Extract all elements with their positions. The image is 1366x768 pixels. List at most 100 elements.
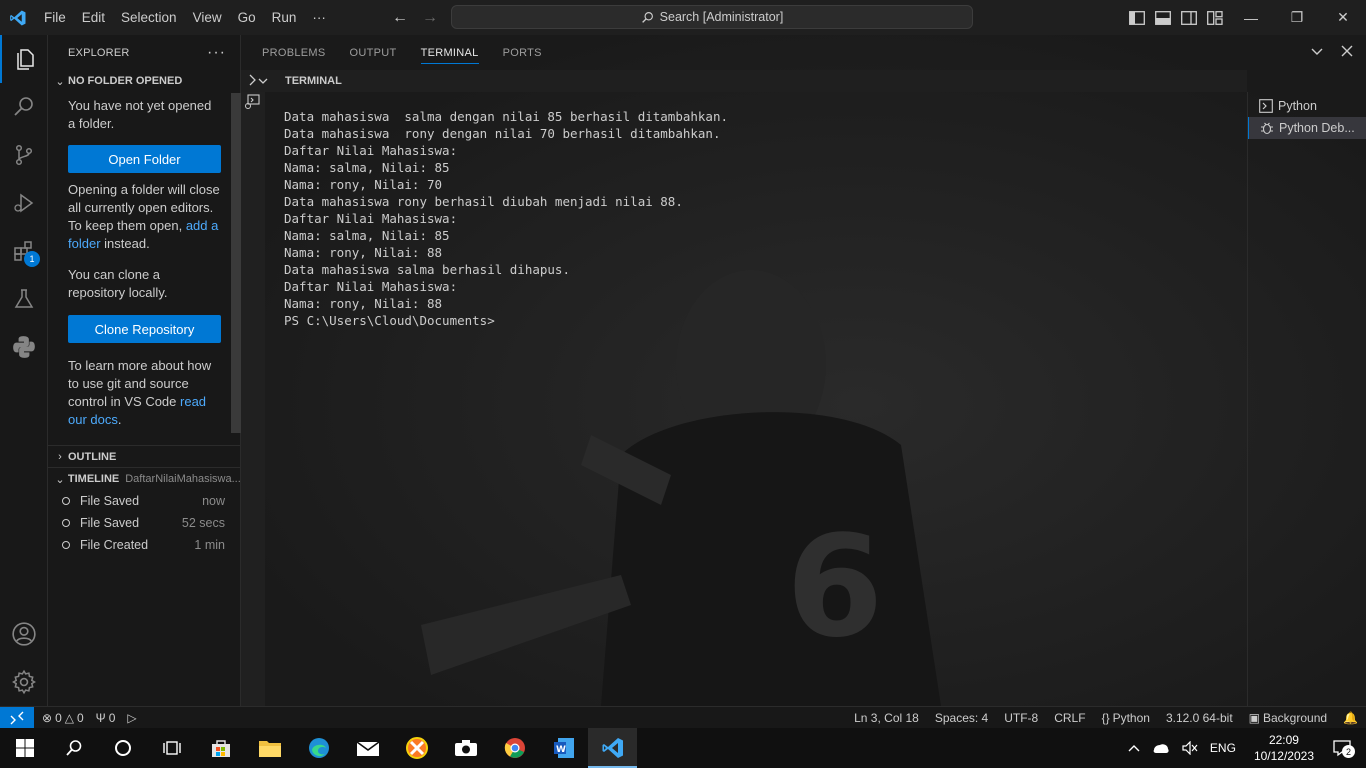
clone-note: You can clone a repository locally. <box>68 267 168 300</box>
timeline-item[interactable]: File Created 1 min <box>48 534 240 556</box>
show-hidden-icons-chevron-icon[interactable] <box>1122 744 1146 752</box>
volume-muted-icon[interactable] <box>1176 741 1204 755</box>
settings-gear-icon[interactable] <box>0 658 48 706</box>
encoding[interactable]: UTF-8 <box>996 711 1046 725</box>
more-actions-icon[interactable]: ··· <box>207 44 226 62</box>
camera-icon[interactable] <box>441 728 490 768</box>
search-icon[interactable] <box>0 83 48 131</box>
testing-icon[interactable] <box>0 275 48 323</box>
timeline-item-label: File Saved <box>80 516 140 530</box>
source-control-icon[interactable] <box>0 131 48 179</box>
explorer-icon[interactable] <box>0 35 48 83</box>
timeline-section-header[interactable]: ⌄ TIMELINE DaftarNilaiMahasiswa... <box>48 468 240 490</box>
timeline-item-label: File Created <box>80 538 149 552</box>
terminal-icon <box>1259 99 1273 113</box>
warning-icon: △ <box>64 710 74 725</box>
error-count: 0 <box>55 710 62 725</box>
title-bar: File Edit Selection View Go Run ··· ← → … <box>0 0 1366 35</box>
accounts-icon[interactable] <box>0 610 48 658</box>
mail-icon[interactable] <box>343 728 392 768</box>
customize-layout-icon[interactable] <box>1206 10 1224 26</box>
timeline-item[interactable]: File Saved now <box>48 490 240 512</box>
microsoft-store-icon[interactable] <box>196 728 245 768</box>
terminal-output[interactable]: Data mahasiswa salma dengan nilai 85 ber… <box>284 108 728 329</box>
warning-count: 0 <box>76 710 84 725</box>
clone-repository-button[interactable]: Clone Repository <box>68 315 221 343</box>
input-language[interactable]: ENG <box>1204 741 1242 755</box>
sidebar-scrollbar[interactable] <box>231 93 241 433</box>
toggle-sidebar-icon[interactable] <box>1128 10 1146 26</box>
python-icon[interactable] <box>0 323 48 371</box>
back-arrow-icon[interactable]: ← <box>392 9 408 27</box>
notifications-bell-icon[interactable]: 🔔 <box>1335 711 1366 725</box>
outline-section-header[interactable]: › OUTLINE <box>48 446 240 468</box>
terminal-decoration-icon[interactable] <box>244 94 260 113</box>
language-mode[interactable]: {} Python <box>1094 711 1158 725</box>
terminal-instance-python[interactable]: Python <box>1248 95 1366 117</box>
ports-status[interactable]: Ψ 0 <box>90 711 122 725</box>
no-folder-section-header[interactable]: ⌄ NO FOLDER OPENED <box>48 70 240 92</box>
tab-ports[interactable]: PORTS <box>503 35 542 70</box>
close-icon[interactable]: ✕ <box>1320 0 1366 35</box>
timeline-file-name: DaftarNilaiMahasiswa... <box>125 473 240 485</box>
expand-left-chevron-icon[interactable] <box>245 73 259 90</box>
end-of-line[interactable]: CRLF <box>1046 711 1093 725</box>
command-center-search[interactable]: Search [Administrator] <box>451 5 973 29</box>
menu-edit[interactable]: Edit <box>74 0 113 35</box>
close-editors-note: Opening a folder will close all currentl… <box>48 181 240 253</box>
windows-start-icon[interactable] <box>0 728 49 768</box>
forward-arrow-icon[interactable]: → <box>422 9 438 27</box>
tab-terminal[interactable]: TERMINAL <box>420 35 479 70</box>
action-center-icon[interactable]: 2 <box>1326 739 1366 758</box>
outline-title: OUTLINE <box>68 451 117 463</box>
background-status[interactable]: ▣ Background <box>1241 711 1335 725</box>
taskbar-search-icon[interactable] <box>49 728 98 768</box>
menu-run[interactable]: Run <box>264 0 305 35</box>
window-controls: — ❐ ✕ <box>1228 0 1366 35</box>
indentation[interactable]: Spaces: 4 <box>927 711 996 725</box>
cursor-position[interactable]: Ln 3, Col 18 <box>846 711 927 725</box>
clock-time: 22:09 <box>1268 733 1299 747</box>
xampp-icon[interactable] <box>392 728 441 768</box>
menu-selection[interactable]: Selection <box>113 0 185 35</box>
windows-taskbar: W ENG 22:09 10/12/2023 2 <box>0 728 1366 768</box>
clock[interactable]: 22:09 10/12/2023 <box>1242 732 1326 764</box>
navigation-arrows: ← → <box>392 0 438 35</box>
menu-more[interactable]: ··· <box>304 0 334 35</box>
terminal-instance-python-debug[interactable]: Python Deb... <box>1248 117 1366 139</box>
edge-browser-icon[interactable] <box>294 728 343 768</box>
python-interpreter[interactable]: 3.12.0 64-bit <box>1158 711 1241 725</box>
problems-status[interactable]: ⊗ 0 △ 0 <box>34 711 90 725</box>
menu-view[interactable]: View <box>185 0 230 35</box>
layout-controls <box>1128 0 1224 35</box>
language-label: Python <box>1112 711 1150 725</box>
network-icon[interactable] <box>1146 741 1176 755</box>
remote-indicator[interactable] <box>0 706 34 729</box>
tab-problems[interactable]: PROBLEMS <box>262 35 326 70</box>
task-view-icon[interactable] <box>147 728 196 768</box>
notification-count: 2 <box>1342 745 1355 758</box>
file-explorer-icon[interactable] <box>245 728 294 768</box>
terminal-section-header[interactable]: TERMINAL <box>241 70 1247 92</box>
toggle-panel-icon[interactable] <box>1154 10 1172 26</box>
cortana-icon[interactable] <box>98 728 147 768</box>
maximize-panel-chevron-icon[interactable] <box>1310 44 1324 61</box>
timeline-dot-icon <box>62 541 70 549</box>
tab-output[interactable]: OUTPUT <box>350 35 397 70</box>
close-panel-icon[interactable] <box>1340 44 1354 61</box>
run-debug-icon[interactable] <box>0 179 48 227</box>
extensions-icon[interactable]: 1 <box>0 227 48 275</box>
vscode-taskbar-icon[interactable] <box>588 728 637 768</box>
timeline-item[interactable]: File Saved 52 secs <box>48 512 240 534</box>
toggle-secondary-sidebar-icon[interactable] <box>1180 10 1198 26</box>
menu-go[interactable]: Go <box>230 0 264 35</box>
restore-icon[interactable]: ❐ <box>1274 0 1320 35</box>
open-folder-button[interactable]: Open Folder <box>68 145 221 173</box>
status-bar: ⊗ 0 △ 0 Ψ 0 ▷ Ln 3, Col 18 Spaces: 4 UTF… <box>0 706 1366 729</box>
terminal-instance-label: Python <box>1278 99 1317 113</box>
minimize-icon[interactable]: — <box>1228 0 1274 35</box>
menu-file[interactable]: File <box>36 0 74 35</box>
debug-status[interactable]: ▷ <box>121 711 142 725</box>
chrome-browser-icon[interactable] <box>490 728 539 768</box>
word-icon[interactable]: W <box>539 728 588 768</box>
